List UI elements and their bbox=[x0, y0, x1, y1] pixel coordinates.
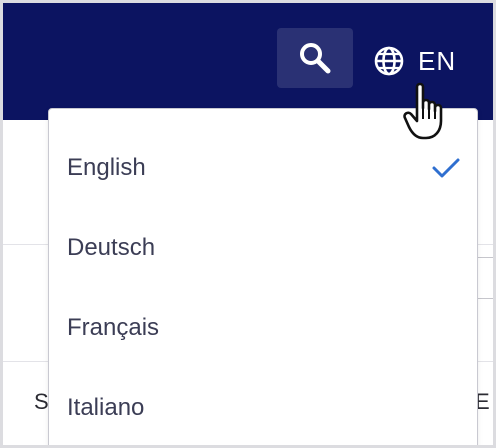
language-option-label: Deutsch bbox=[67, 234, 156, 261]
language-option-label: Italiano bbox=[67, 394, 145, 421]
language-option-label: English bbox=[67, 154, 146, 181]
hand-pointer-icon bbox=[403, 82, 443, 140]
language-selector-button[interactable]: EN bbox=[373, 41, 456, 81]
background-divider bbox=[3, 361, 48, 362]
globe-icon bbox=[374, 46, 404, 76]
background-divider bbox=[478, 244, 493, 245]
background-column-header: S bbox=[34, 389, 49, 414]
search-icon bbox=[300, 43, 331, 74]
language-dropdown-menu: English Deutsch Français Italiano bbox=[48, 108, 478, 445]
language-option-italiano[interactable]: Italiano bbox=[49, 368, 477, 445]
language-option-deutsch[interactable]: Deutsch bbox=[49, 208, 477, 288]
search-button[interactable] bbox=[277, 28, 353, 88]
language-code-label: EN bbox=[418, 45, 457, 76]
background-divider bbox=[3, 244, 48, 245]
check-icon bbox=[432, 158, 460, 178]
app-window: EN S E English Deutsch Français Italiano bbox=[0, 0, 496, 448]
background-divider bbox=[478, 361, 493, 362]
language-option-label: Français bbox=[67, 314, 160, 341]
language-option-francais[interactable]: Français bbox=[49, 288, 477, 368]
